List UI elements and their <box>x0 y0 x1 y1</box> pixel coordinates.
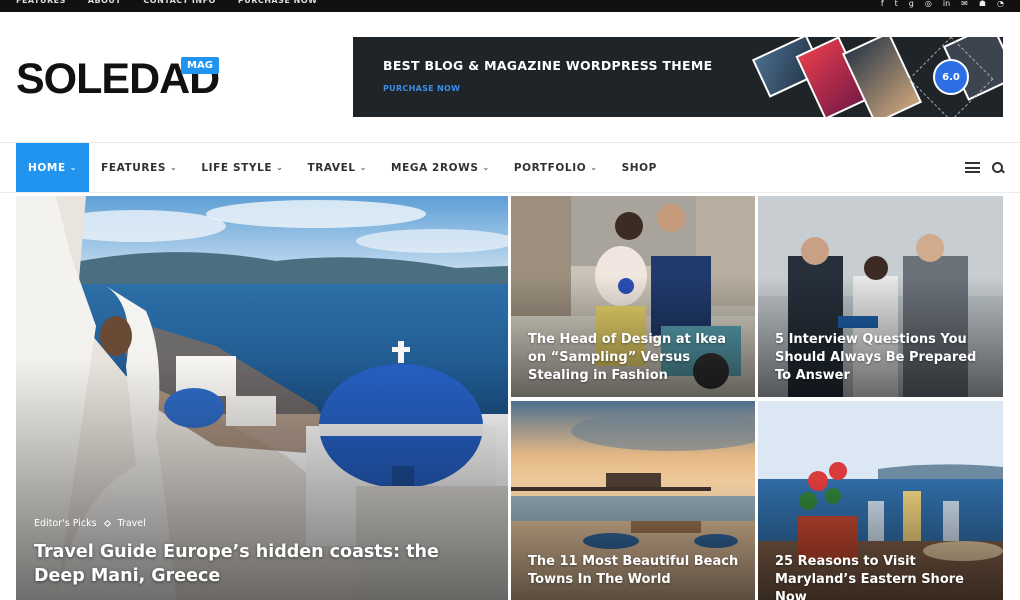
nav-item-label: MEGA 2ROWS <box>391 161 479 174</box>
category-link[interactable]: Editor's Picks <box>34 518 97 529</box>
twitter-icon[interactable]: t <box>895 0 898 8</box>
banner-purchase-link[interactable]: PURCHASE NOW <box>383 84 460 93</box>
logo-badge: MAG <box>181 57 219 74</box>
featured-main-post[interactable]: Editor's Picks Travel Travel Guide Europ… <box>16 196 508 600</box>
post-title[interactable]: The Head of Design at Ikea on “Sampling”… <box>528 331 741 385</box>
snapchat-icon[interactable]: ☗ <box>979 0 986 8</box>
facebook-icon[interactable]: f <box>881 0 884 8</box>
nav-item-mega-2rows[interactable]: MEGA 2ROWS ⌄ <box>379 143 502 192</box>
post-title[interactable]: The 11 Most Beautiful Beach Towns In The… <box>528 553 741 589</box>
top-nav: FEATURES ABOUT CONTACT INFO PURCHASE NOW <box>16 0 317 8</box>
chevron-down-icon: ⌄ <box>276 163 284 172</box>
rss-icon[interactable]: ◔ <box>997 0 1004 8</box>
category-link[interactable]: Travel <box>118 518 146 529</box>
featured-post[interactable]: 25 Reasons to Visit Maryland’s Eastern S… <box>758 401 1003 600</box>
post-categories: Editor's Picks Travel <box>34 518 146 529</box>
nav-item-home[interactable]: HOME ⌄ <box>16 143 90 192</box>
google-plus-icon[interactable]: g <box>909 0 914 8</box>
post-title[interactable]: 5 Interview Questions You Should Always … <box>775 331 989 385</box>
nav-item-label: FEATURES <box>101 161 167 174</box>
nav-item-label: HOME <box>28 161 66 174</box>
chevron-down-icon: ⌄ <box>69 163 78 172</box>
email-icon[interactable]: ✉ <box>961 0 968 8</box>
banner-artwork: 6.0 <box>738 37 1003 117</box>
version-badge: 6.0 <box>933 59 969 95</box>
featured-post[interactable]: The 11 Most Beautiful Beach Towns In The… <box>511 401 755 600</box>
chevron-down-icon: ⌄ <box>170 163 178 172</box>
nav-item-shop[interactable]: SHOP <box>610 143 669 192</box>
chevron-down-icon: ⌄ <box>359 163 368 172</box>
top-link-purchase[interactable]: PURCHASE NOW <box>238 0 318 8</box>
chevron-down-icon: ⌄ <box>590 163 598 172</box>
nav-item-label: TRAVEL <box>307 161 356 174</box>
nav-item-label: LIFE STYLE <box>201 161 273 174</box>
top-bar: FEATURES ABOUT CONTACT INFO PURCHASE NOW… <box>0 0 1020 12</box>
nav-item-life-style[interactable]: LIFE STYLE ⌄ <box>189 143 295 192</box>
top-link-contact[interactable]: CONTACT INFO <box>143 0 215 8</box>
nav-item-features[interactable]: FEATURES ⌄ <box>89 143 189 192</box>
linkedin-icon[interactable]: in <box>943 0 950 8</box>
featured-post[interactable]: The Head of Design at Ikea on “Sampling”… <box>511 196 755 397</box>
nav-border-bottom <box>0 192 1020 193</box>
post-title[interactable]: Travel Guide Europe’s hidden coasts: the… <box>34 540 494 588</box>
nav-item-portfolio[interactable]: PORTFOLIO ⌄ <box>502 143 610 192</box>
nav-item-label: SHOP <box>621 161 657 174</box>
menu-icon[interactable] <box>965 162 980 173</box>
instagram-icon[interactable]: ◎ <box>925 0 932 8</box>
nav-item-travel[interactable]: TRAVEL ⌄ <box>295 143 379 192</box>
nav-tools <box>965 143 1004 192</box>
search-icon[interactable] <box>992 161 1004 174</box>
banner-title: BEST BLOG & MAGAZINE WORDPRESS THEME <box>383 58 713 73</box>
header-banner-ad[interactable]: BEST BLOG & MAGAZINE WORDPRESS THEME PUR… <box>353 37 1003 117</box>
main-nav: HOME ⌄ FEATURES ⌄ LIFE STYLE ⌄ TRAVEL ⌄ MEGA… <box>16 143 669 192</box>
top-link-about[interactable]: ABOUT <box>88 0 122 8</box>
nav-item-label: PORTFOLIO <box>513 161 587 174</box>
post-title[interactable]: 25 Reasons to Visit Maryland’s Eastern S… <box>775 553 989 600</box>
social-icons: f t g ◎ in ✉ ☗ ◔ <box>881 0 1004 12</box>
chevron-down-icon: ⌄ <box>482 163 490 172</box>
separator-icon <box>103 519 111 528</box>
top-link-features[interactable]: FEATURES <box>16 0 66 8</box>
featured-post[interactable]: 5 Interview Questions You Should Always … <box>758 196 1003 397</box>
